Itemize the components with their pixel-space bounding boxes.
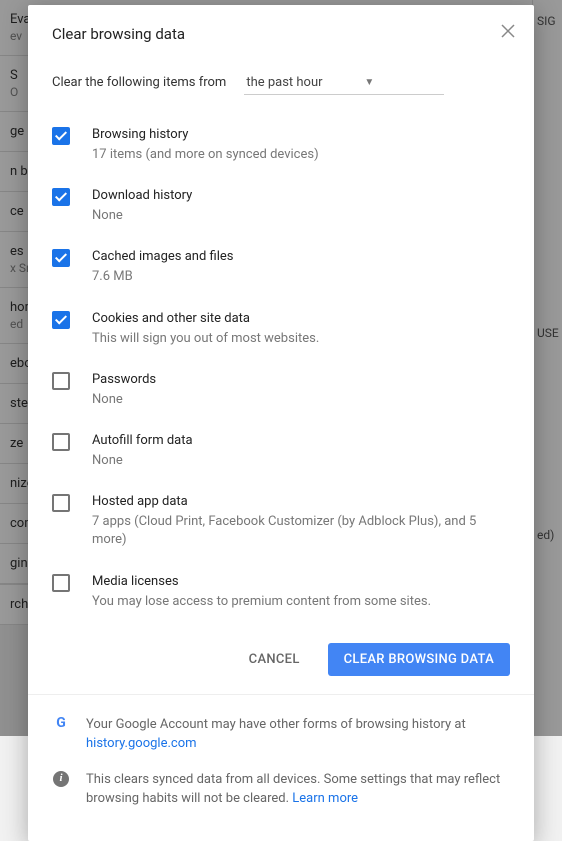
- item-desc: None: [92, 452, 193, 470]
- item-title: Browsing history: [92, 127, 319, 142]
- item-desc: You may lose access to premium content f…: [92, 593, 431, 611]
- item-desc: None: [92, 207, 192, 225]
- cancel-button[interactable]: CANCEL: [233, 643, 316, 676]
- data-type-row: Browsing history 17 items (and more on s…: [52, 119, 510, 180]
- checkbox-7[interactable]: [52, 574, 70, 592]
- from-label: Clear the following items from: [52, 75, 226, 90]
- item-title: Cookies and other site data: [92, 311, 319, 326]
- clear-browsing-data-button[interactable]: CLEAR BROWSING DATA: [328, 643, 510, 676]
- checkbox-3[interactable]: [52, 311, 70, 329]
- item-desc: None: [92, 391, 156, 409]
- time-range-dropdown[interactable]: the past hour ▼: [244, 71, 444, 95]
- data-type-row: Passwords None: [52, 364, 510, 425]
- learn-more-link[interactable]: Learn more: [292, 791, 358, 806]
- checkbox-6[interactable]: [52, 494, 70, 512]
- item-desc: 7.6 MB: [92, 268, 233, 286]
- item-desc: This will sign you out of most websites.: [92, 330, 319, 348]
- item-title: Download history: [92, 188, 192, 203]
- data-type-row: Cookies and other site data This will si…: [52, 303, 510, 364]
- history-google-link[interactable]: history.google.com: [86, 736, 197, 751]
- item-title: Hosted app data: [92, 494, 510, 509]
- data-type-row: Hosted app data 7 apps (Cloud Print, Fac…: [52, 486, 510, 565]
- item-desc: 17 items (and more on synced devices): [92, 146, 319, 164]
- checkbox-4[interactable]: [52, 372, 70, 390]
- checkbox-2[interactable]: [52, 249, 70, 267]
- divider: [28, 694, 534, 695]
- item-title: Media licenses: [92, 574, 431, 589]
- info-icon: i: [52, 770, 70, 788]
- data-type-row: Autofill form data None: [52, 425, 510, 486]
- item-title: Autofill form data: [92, 433, 193, 448]
- time-range-value: the past hour: [246, 75, 322, 90]
- close-button[interactable]: [498, 21, 518, 41]
- footnote1-text: Your Google Account may have other forms…: [86, 717, 466, 732]
- dialog-title: Clear browsing data: [52, 25, 510, 43]
- footnote-sync-info: i This clears synced data from all devic…: [52, 766, 510, 821]
- data-type-row: Media licenses You may lose access to pr…: [52, 566, 510, 627]
- item-title: Cached images and files: [92, 249, 233, 264]
- data-type-row: Cached images and files 7.6 MB: [52, 241, 510, 302]
- checkbox-5[interactable]: [52, 433, 70, 451]
- clear-browsing-data-dialog: Clear browsing data Clear the following …: [28, 5, 534, 841]
- data-type-row: Download history None: [52, 180, 510, 241]
- google-logo-icon: G: [52, 715, 70, 733]
- close-icon: [501, 24, 515, 38]
- checkbox-1[interactable]: [52, 188, 70, 206]
- item-desc: 7 apps (Cloud Print, Facebook Customizer…: [92, 513, 510, 549]
- item-title: Passwords: [92, 372, 156, 387]
- chevron-down-icon: ▼: [364, 77, 374, 88]
- footnote-google-account: G Your Google Account may have other for…: [52, 711, 510, 766]
- checkbox-0[interactable]: [52, 127, 70, 145]
